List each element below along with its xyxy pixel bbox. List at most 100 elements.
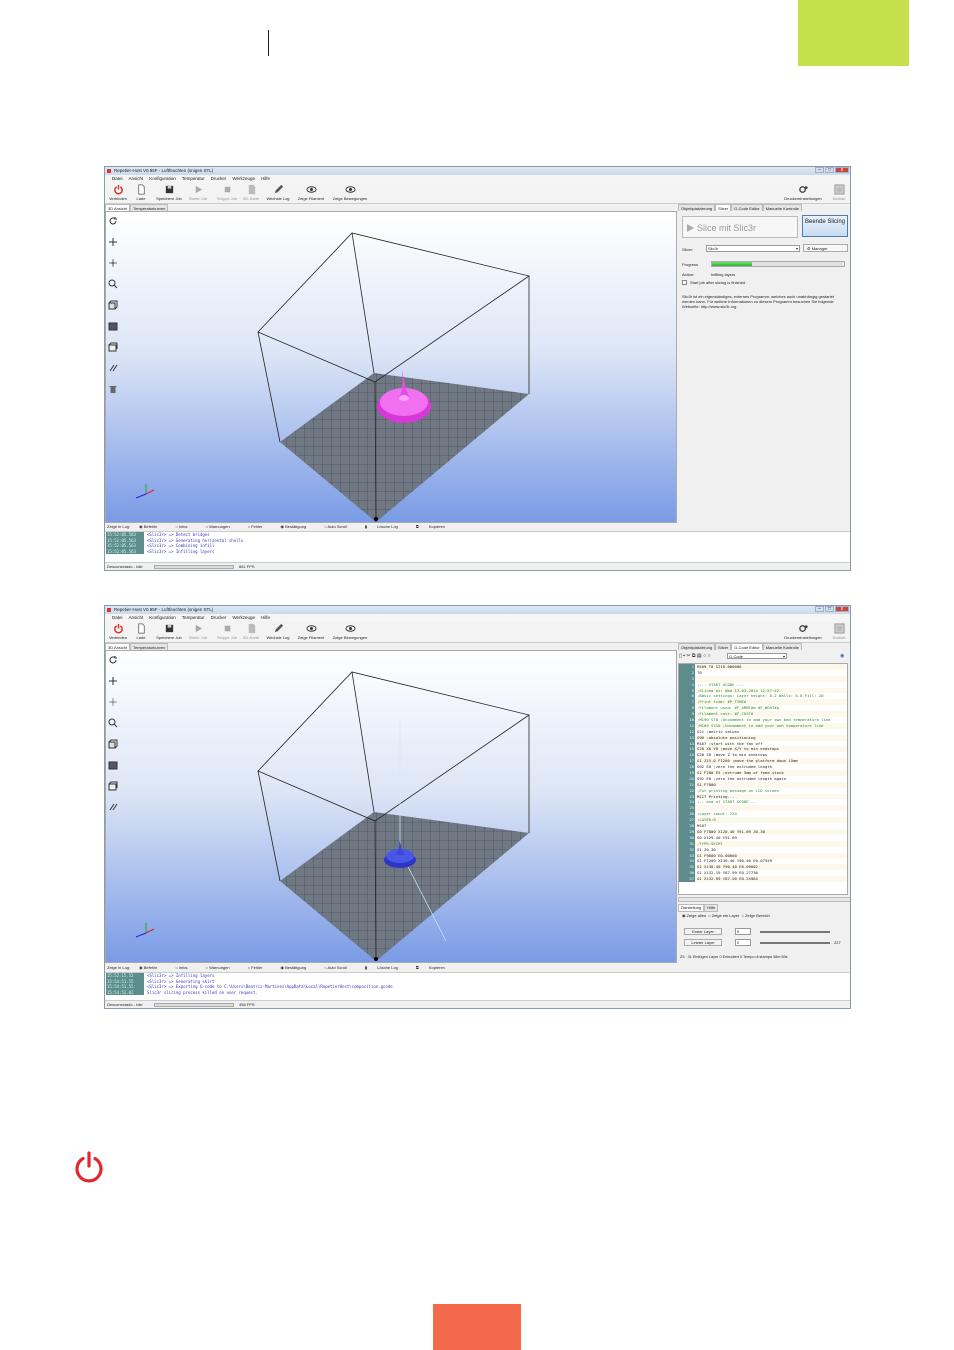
printer-settings-button[interactable]: Druckereinstellungen	[782, 623, 824, 642]
gcode-text-area[interactable]: 1 M109 T0 S210.000000 2 T0 3 4 ;--- START GCOD…	[678, 663, 848, 895]
tab-darstellung[interactable]: Darstellung	[678, 904, 705, 912]
maximize-button[interactable]: □	[825, 606, 834, 612]
last-layer-button[interactable]: Letzter Layer	[684, 939, 722, 946]
sd-card-button[interactable]: SD-Karte	[241, 184, 261, 203]
gcode-line[interactable]: 37 G1 X132.99 Y87.50 E0.24964	[679, 876, 847, 882]
end-slicing-button[interactable]: Beende Slicing	[802, 215, 848, 237]
copy-log-button[interactable]: ⧉ Kopieren	[416, 523, 454, 531]
show-filament-button[interactable]: Zeige Filament	[296, 623, 326, 642]
start-after-slicing-checkbox[interactable]	[682, 280, 687, 285]
menu-drucker[interactable]: Drucker	[208, 614, 230, 622]
tab-3d-view[interactable]: 3D Ansicht	[105, 204, 131, 211]
connect-button[interactable]: Verbinden	[108, 623, 128, 642]
log-warnings-toggle[interactable]: ○ Warnungen	[206, 964, 239, 972]
tab-manual-control[interactable]: Manuelle Kontrolle	[762, 643, 802, 650]
emergency-stop-button[interactable]: Nothalt	[829, 623, 849, 642]
slicer-select[interactable]: Slic3r ▾	[706, 245, 800, 252]
radio-show-layer[interactable]: ○ Zeige ein Layer	[708, 913, 739, 918]
tab-manual-control[interactable]: Manuelle Kontrolle	[762, 204, 802, 211]
menu-drucker[interactable]: Drucker	[208, 175, 230, 183]
stop-job-button[interactable]: Stoppe Job	[216, 184, 238, 203]
minimize-button[interactable]: –	[815, 606, 824, 612]
copy-icon[interactable]: ⧉	[692, 653, 696, 659]
copy-log-button[interactable]: ⧉ Kopieren	[416, 964, 454, 972]
menu-datei[interactable]: Datei	[109, 614, 126, 622]
tab-gcode-editor[interactable]: G-Code Editor	[731, 204, 763, 211]
menu-werkzeuge[interactable]: Werkzeuge	[229, 614, 258, 622]
log-commands-toggle[interactable]: ◉ Befehle	[139, 964, 166, 972]
tab-3d-view[interactable]: 3D Ansicht	[105, 643, 131, 650]
tab-slicer[interactable]: Slicer	[715, 643, 732, 650]
undo-icon[interactable]: ○	[703, 653, 706, 659]
first-layer-slider[interactable]	[760, 931, 830, 933]
close-button[interactable]: x	[835, 606, 849, 612]
clear-log-button[interactable]: ▮ Lösche Log	[365, 964, 407, 972]
log-errors-toggle[interactable]: ○ Fehler	[248, 964, 272, 972]
redo-icon[interactable]: ○	[707, 653, 710, 659]
load-button[interactable]: Lade	[134, 623, 148, 642]
log-infos-toggle[interactable]: ○ Infos	[175, 964, 196, 972]
stop-job-button[interactable]: Stoppe Job	[216, 623, 238, 642]
menu-hilfe[interactable]: Hilfe	[258, 614, 273, 622]
menu-werkzeuge[interactable]: Werkzeuge	[229, 175, 258, 183]
manager-button[interactable]: ⚙ Manager	[803, 244, 848, 252]
tab-slicer[interactable]: Slicer	[715, 204, 732, 211]
printer-settings-button[interactable]: Druckereinstellungen	[782, 184, 824, 203]
emergency-stop-button[interactable]: Nothalt	[829, 184, 849, 203]
slice-with-slic3r-button[interactable]: Slice mit Slic3r	[682, 216, 798, 238]
3d-viewport[interactable]	[105, 211, 677, 523]
menu-ansicht[interactable]: Ansicht	[126, 614, 147, 622]
log-errors-toggle[interactable]: ○ Fehler	[248, 523, 272, 531]
load-button[interactable]: Lade	[134, 184, 148, 203]
clear-log-button[interactable]: ▮ Lösche Log	[365, 523, 407, 531]
log-ack-toggle[interactable]: ◉ Bestätigung	[280, 523, 315, 531]
paste-icon[interactable]: ▤	[697, 653, 702, 659]
gcode-type-select[interactable]: G-Code ▾	[727, 653, 787, 659]
switch-log-button[interactable]: Wechsle Log	[265, 184, 291, 203]
maximize-button[interactable]: □	[825, 167, 834, 173]
log-warnings-toggle[interactable]: ○ Warnungen	[206, 523, 239, 531]
log-ack-toggle[interactable]: ◉ Bestätigung	[280, 964, 315, 972]
show-moves-button[interactable]: Zeige Bewegungen	[330, 623, 370, 642]
minimize-button[interactable]: –	[815, 167, 824, 173]
last-layer-slider[interactable]	[760, 942, 830, 944]
log-autoscroll-toggle[interactable]: ○ Auto Scroll	[324, 964, 356, 972]
start-job-button[interactable]: Starte Job	[187, 184, 209, 203]
save-job-button[interactable]: Speichere Job	[154, 184, 184, 203]
start-job-button[interactable]: Starte Job	[187, 623, 209, 642]
menu-hilfe[interactable]: Hilfe	[258, 175, 273, 183]
connect-button[interactable]: Verbinden	[108, 184, 128, 203]
horizontal-scrollbar[interactable]	[678, 897, 850, 902]
tab-temperature-curves[interactable]: Temperaturkurven	[130, 204, 169, 211]
radio-show-all[interactable]: ◉ Zeige alles	[682, 913, 706, 918]
menu-temperatur[interactable]: Temperatur	[179, 614, 208, 622]
log-infos-toggle[interactable]: ○ Infos	[175, 523, 196, 531]
first-layer-button[interactable]: Erster Layer	[684, 928, 722, 935]
3d-viewport[interactable]	[105, 650, 677, 963]
menu-konfiguration[interactable]: Konfiguration	[146, 175, 179, 183]
close-button[interactable]: x	[835, 167, 849, 173]
tab-hilfe[interactable]: Hilfe	[704, 904, 719, 912]
menu-konfiguration[interactable]: Konfiguration	[146, 614, 179, 622]
radio-show-range[interactable]: ○ Zeige Bereich	[742, 913, 770, 918]
help-icon[interactable]: ◉	[840, 651, 844, 661]
tab-object-placement[interactable]: Objektplatzierung	[678, 204, 716, 211]
show-moves-button[interactable]: Zeige Bewegungen	[330, 184, 370, 203]
last-layer-input[interactable]: 0	[735, 939, 751, 946]
menu-temperatur[interactable]: Temperatur	[179, 175, 208, 183]
tab-gcode-editor[interactable]: G-Code Editor	[731, 643, 763, 650]
menu-ansicht[interactable]: Ansicht	[126, 175, 147, 183]
tab-temperature-curves[interactable]: Temperaturkurven	[130, 643, 169, 650]
save-job-button[interactable]: Speichere Job	[154, 623, 184, 642]
log-autoscroll-toggle[interactable]: ○ Auto Scroll	[324, 523, 356, 531]
new-file-icon[interactable]: ▯	[679, 653, 682, 659]
show-filament-button[interactable]: Zeige Filament	[296, 184, 326, 203]
first-layer-input[interactable]: 0	[735, 928, 751, 935]
tab-object-placement[interactable]: Objektplatzierung	[678, 643, 716, 650]
save-icon[interactable]: ▪	[683, 653, 685, 659]
log-commands-toggle[interactable]: ◉ Befehle	[139, 523, 166, 531]
cut-icon[interactable]: ✂	[686, 653, 690, 659]
sd-card-button[interactable]: SD-Karte	[241, 623, 261, 642]
switch-log-button[interactable]: Wechsle Log	[265, 623, 291, 642]
menu-datei[interactable]: Datei	[109, 175, 126, 183]
